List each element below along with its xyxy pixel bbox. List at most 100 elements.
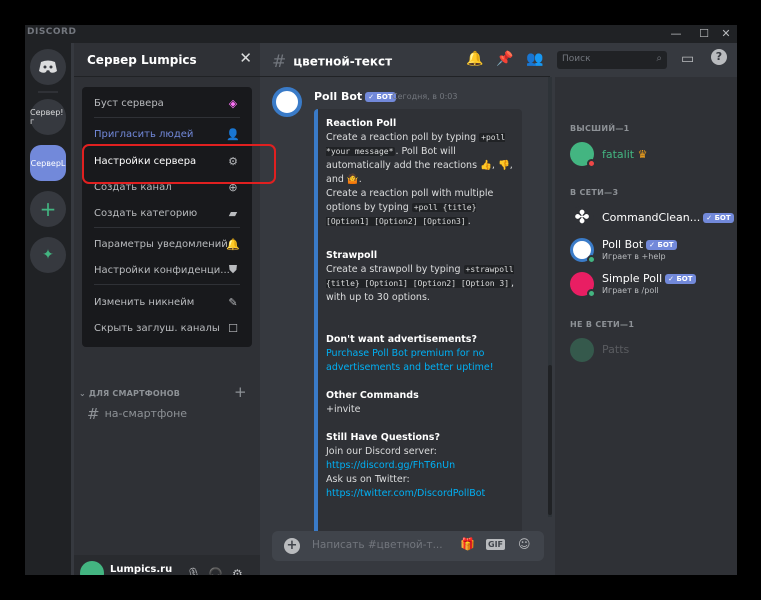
twitter-link[interactable]: https://twitter.com/DiscordPollBot (326, 488, 485, 499)
channel-title: # цветной-текст (272, 52, 392, 72)
bot-badge: ✓ БОТ (646, 240, 677, 250)
menu-label: Буст сервера (94, 97, 164, 109)
member-name-label: CommandClean... (602, 211, 701, 224)
menu-label: Скрыть заглуш. каналы (94, 322, 220, 334)
shrug-icon: 🤷 (346, 174, 359, 185)
bot-badge-label: БОТ (676, 275, 693, 283)
scrollbar-thumb[interactable] (548, 365, 552, 515)
thumbs-up-icon: 👍 (480, 160, 492, 171)
menu-item-nickname[interactable]: Изменить никнейм ✎ (88, 290, 246, 314)
search-icon: ⌕ (656, 53, 662, 64)
discord-invite-link[interactable]: https://discord.gg/FhT6nUn (326, 460, 455, 471)
members-icon[interactable]: 👥 (526, 51, 543, 67)
channel-item-smartphone[interactable]: # на-смартфоне (87, 405, 187, 423)
section-title: Still Have Questions? (326, 432, 440, 443)
member-item[interactable]: ✤ CommandClean... ✓ БОТ (570, 203, 735, 233)
text: Join our Discord server: (326, 446, 437, 457)
bot-badge: ✓ БОТ (665, 274, 696, 284)
pin-icon[interactable]: 📌 (496, 51, 513, 67)
member-list: ВЫСШИЙ—1 fatalit ♛ В СЕТИ—3 ✤ CommandCle… (555, 77, 737, 575)
crown-icon: ♛ (637, 148, 648, 161)
member-activity: Играет в /poll (602, 286, 659, 295)
server-context-menu: Буст сервера ◈ Пригласить людей 👤 Настройк… (82, 87, 252, 347)
close-menu-icon[interactable]: ✕ (239, 49, 252, 67)
menu-item-hide-muted[interactable]: Скрыть заглуш. каналы ☐ (88, 316, 246, 340)
attach-icon[interactable]: + (284, 538, 300, 554)
menu-item-create-category[interactable]: Создать категорию ▰ (88, 201, 246, 225)
explore-servers-icon[interactable]: ✦ (30, 237, 66, 273)
embed-section-questions: Still Have Questions? Join our Discord s… (326, 431, 522, 501)
server-name: Сервер Lumpics (87, 53, 197, 67)
message-composer[interactable]: + Написать #цветной-т... 🎁 GIF ☺ (272, 531, 544, 561)
member-item[interactable]: Poll Bot ✓ БОТ Играет в +help (570, 235, 735, 265)
avatar: ✤ (570, 206, 594, 230)
add-server-icon[interactable]: + (30, 191, 66, 227)
member-name-label: Poll Bot (602, 238, 644, 251)
menu-item-boost[interactable]: Буст сервера ◈ (88, 91, 246, 115)
menu-divider (94, 117, 240, 118)
menu-label: Пригласить людей (94, 128, 194, 140)
home-button[interactable] (30, 49, 66, 85)
avatar[interactable] (80, 561, 104, 575)
member-name: Patts (602, 343, 630, 356)
headphones-icon[interactable]: 🎧 (208, 567, 223, 575)
help-icon[interactable]: ? (711, 49, 727, 65)
server-icon-lumpics[interactable]: СерверL (30, 145, 66, 181)
boost-icon: ◈ (228, 96, 238, 110)
chat-header: # цветной-текст 🔔 📌 👥 (260, 43, 550, 77)
inbox-icon[interactable]: ▭ (681, 51, 694, 67)
member-item[interactable]: Simple Poll ✓ БОТ Играет в /poll (570, 269, 735, 299)
checkbox-icon[interactable]: ☐ (226, 321, 240, 335)
minimize-button[interactable]: — (665, 25, 687, 43)
search-input[interactable]: Поиск ⌕ (557, 51, 667, 69)
section-title: Reaction Poll (326, 118, 397, 129)
bot-badge: ✓ БОТ (703, 213, 734, 223)
menu-label: Изменить никнейм (94, 296, 195, 308)
message-time: Сегодня, в 0:03 (392, 92, 458, 101)
menu-item-notifications[interactable]: Параметры уведомлений 🔔 (88, 232, 246, 256)
message-author[interactable]: Poll Bot ✓ БОТ (314, 90, 396, 103)
search-placeholder: Поиск (562, 54, 591, 64)
bell-icon: 🔔 (226, 237, 240, 251)
avatar[interactable] (272, 87, 302, 117)
avatar (570, 338, 594, 362)
bell-icon[interactable]: 🔔 (466, 51, 483, 67)
text: +invite (326, 404, 361, 415)
thumbs-down-icon: 👎 (497, 160, 510, 171)
member-name-label: Simple Poll (602, 272, 663, 285)
menu-item-privacy[interactable]: Настройки конфиденци... ⛊ (88, 258, 246, 282)
embed-section-strawpoll: Strawpoll Create a strawpoll by typing +… (326, 249, 522, 305)
menu-label: Настройки конфиденци... (94, 264, 230, 276)
member-category: НЕ В СЕТИ—1 (570, 320, 635, 329)
premium-link[interactable]: Purchase Poll Bot premium for no adverti… (326, 348, 494, 373)
member-item[interactable]: Patts (570, 335, 735, 365)
gif-button[interactable]: GIF (486, 539, 506, 550)
menu-divider (94, 227, 240, 228)
emoji-icon[interactable]: ☺ (518, 537, 531, 551)
embed-section-reaction: Reaction Poll Create a reaction poll by … (326, 118, 513, 227)
text: Create a reaction poll by typing (326, 132, 477, 143)
discord-logo-icon (39, 60, 57, 73)
add-user-icon: 👤 (226, 127, 240, 141)
server-header[interactable]: Сервер Lumpics ✕ (74, 43, 260, 77)
menu-divider (94, 284, 240, 285)
maximize-button[interactable]: ☐ (693, 25, 715, 43)
category-smartphones[interactable]: ⌄ ДЛЯ СМАРТФОНОВ (79, 389, 180, 398)
channel-title-label: цветной-текст (293, 54, 393, 69)
close-window-button[interactable]: ✕ (715, 25, 737, 43)
app-brand: DISCORD (27, 27, 77, 37)
embed-section-ads: Don't want advertisements? Purchase Poll… (326, 333, 522, 375)
server-icon-1[interactable]: Сервер! г (30, 99, 66, 135)
menu-label: Создать категорию (94, 207, 198, 219)
add-channel-icon[interactable]: + (234, 383, 247, 401)
menu-item-invite[interactable]: Пригласить людей 👤 (88, 122, 246, 146)
gear-icon[interactable]: ⚙ (232, 567, 243, 575)
status-dnd-icon (587, 159, 596, 168)
shield-icon: ⛊ (228, 263, 238, 276)
microphone-icon[interactable]: 🎙 (186, 567, 201, 575)
gift-icon[interactable]: 🎁 (460, 537, 475, 551)
member-item[interactable]: fatalit ♛ (570, 139, 735, 169)
author-name: Poll Bot (314, 90, 363, 103)
section-title: Don't want advertisements? (326, 334, 477, 345)
guild-separator (38, 91, 58, 93)
